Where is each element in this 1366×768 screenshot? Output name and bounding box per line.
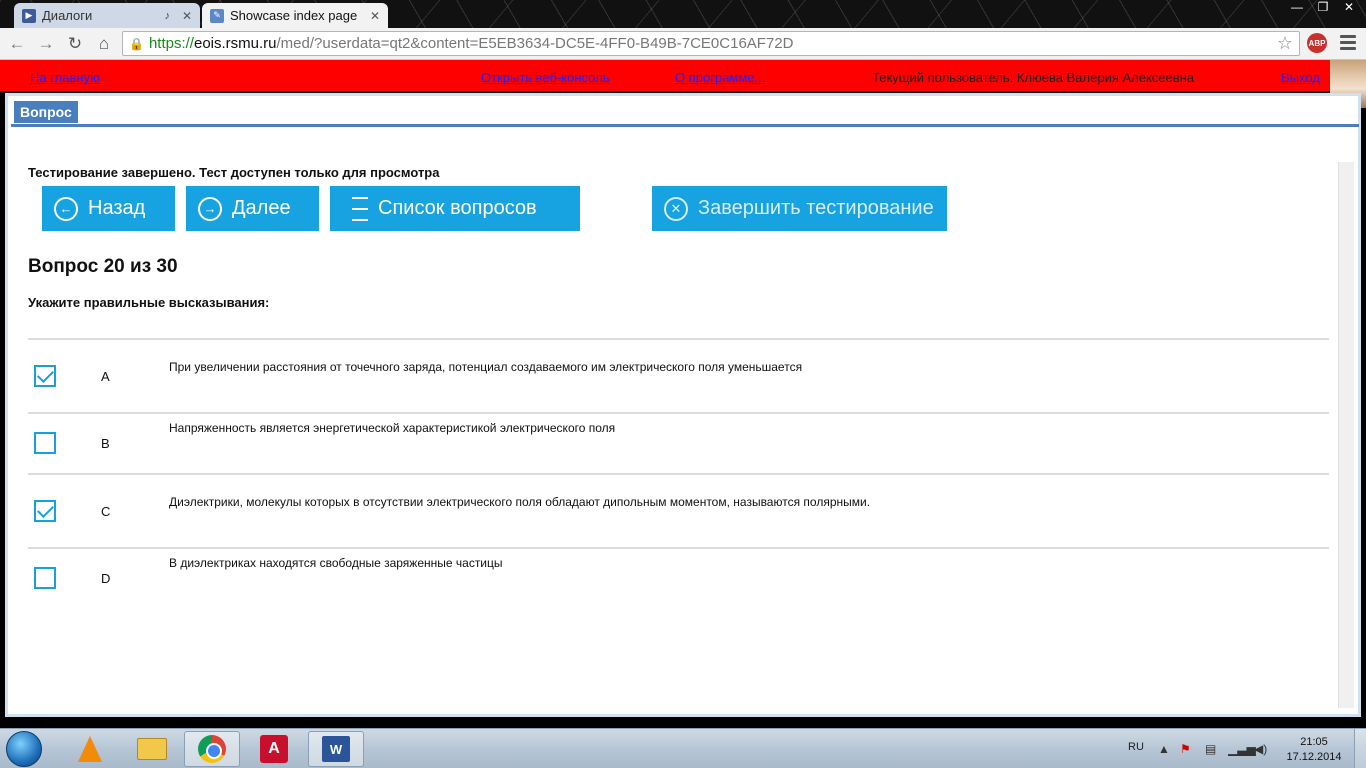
divider (28, 547, 1329, 549)
next-button[interactable]: → Далее (186, 186, 319, 231)
close-circle-icon: ✕ (664, 196, 688, 221)
finish-test-button[interactable]: ✕ Завершить тестирование (652, 186, 947, 231)
media-icon: ▶ (22, 8, 36, 23)
close-icon[interactable]: ✕ (182, 9, 192, 23)
forward-arrow-icon[interactable]: → (35, 33, 57, 55)
bookmark-star-icon[interactable]: ☆ (1277, 33, 1293, 54)
answer-text: При увеличении расстояния от точечного з… (169, 360, 803, 374)
speaker-icon: ♪ (164, 9, 170, 22)
maximize-icon[interactable]: ❐ (1312, 0, 1334, 14)
tab-label: Showcase index page (230, 8, 358, 23)
logout-link[interactable]: Выход (1281, 70, 1320, 85)
test-status: Тестирование завершено. Тест доступен то… (28, 165, 440, 180)
tab-label: Диалоги (42, 8, 93, 23)
app-header: На главную Открыть веб-консоль О програм… (0, 60, 1366, 91)
answer-checkbox-c[interactable] (34, 500, 56, 522)
question-panel: Вопрос Тестирование завершено. Тест дост… (5, 93, 1361, 717)
close-icon[interactable]: ✕ (370, 9, 380, 23)
web-console-link[interactable]: Открыть веб-консоль (481, 70, 609, 85)
acrobat-icon[interactable]: A (246, 731, 302, 767)
window-controls: — ❐ ✕ (1286, 0, 1360, 14)
browser-tabbar: ▶ Диалоги ♪ ✕ ✎ Showcase index page ✕ — … (0, 0, 1366, 28)
about-link[interactable]: О программе... (675, 70, 765, 85)
arrow-right-icon: → (198, 196, 222, 221)
lock-icon: 🔒 (129, 36, 144, 51)
action-center-icon[interactable]: ⚑ (1180, 742, 1191, 756)
browser-tab-dialogs[interactable]: ▶ Диалоги ♪ ✕ (14, 3, 200, 28)
checklist-icon (342, 196, 368, 221)
menu-icon[interactable] (1340, 35, 1356, 51)
url-path: /med/?userdata=qt2&content=E5EB3634-DC5E… (276, 35, 794, 52)
device-icon[interactable]: ▤ (1205, 742, 1216, 756)
answer-text: Диэлектрики, молекулы которых в отсутств… (169, 495, 871, 509)
back-arrow-icon[interactable]: ← (6, 33, 28, 55)
taskbar: A W RU ▲ ⚑ ▤ ▁▃▅ ◀) 21:05 17.12.2014 (0, 728, 1366, 768)
volume-icon[interactable]: ◀) (1254, 742, 1267, 756)
address-bar[interactable]: 🔒 https:// eois.rsmu.ru /med/?userdata=q… (122, 31, 1300, 56)
answer-letter: C (101, 504, 111, 519)
current-user: Текущий пользователь: Клюева Валерия Але… (872, 70, 1195, 85)
back-button-label: Назад (88, 197, 146, 219)
browser-tab-showcase[interactable]: ✎ Showcase index page ✕ (202, 3, 388, 28)
clock-date: 17.12.2014 (1286, 751, 1342, 763)
chrome-icon[interactable] (184, 731, 240, 767)
answer-letter: D (101, 571, 111, 586)
answer-checkbox-d[interactable] (34, 567, 56, 589)
tab-question[interactable]: Вопрос (14, 101, 78, 123)
page-icon: ✎ (210, 8, 224, 23)
url-host: eois.rsmu.ru (193, 35, 277, 52)
minimize-icon[interactable]: — (1286, 0, 1308, 14)
vlc-icon[interactable] (62, 731, 118, 767)
url-scheme: https:// (148, 35, 194, 52)
home-icon[interactable]: ⌂ (93, 33, 115, 55)
back-button[interactable]: ← Назад (42, 186, 175, 231)
arrow-left-icon: ← (54, 196, 78, 221)
divider (28, 412, 1329, 414)
answer-text: В диэлектриках находятся свободные заряж… (169, 556, 503, 570)
clock-time: 21:05 (1300, 736, 1328, 748)
language-indicator[interactable]: RU (1128, 741, 1144, 753)
divider (28, 338, 1329, 340)
question-title: Вопрос 20 из 30 (28, 256, 178, 277)
answer-letter: A (101, 369, 110, 384)
answer-checkbox-b[interactable] (34, 432, 56, 454)
question-prompt: Укажите правильные высказывания: (28, 295, 270, 310)
explorer-folder-icon[interactable] (124, 731, 180, 767)
browser-toolbar: ← → ↻ ⌂ 🔒 https:// eois.rsmu.ru /med/?us… (0, 28, 1366, 60)
show-desktop-button[interactable] (1354, 729, 1366, 768)
answer-text: Напряженность является энергетической ха… (169, 421, 616, 435)
start-button[interactable] (6, 731, 42, 767)
divider (28, 473, 1329, 475)
vertical-scrollbar[interactable] (1338, 162, 1354, 708)
answer-checkbox-a[interactable] (34, 365, 56, 387)
network-signal-icon[interactable]: ▁▃▅ (1228, 742, 1256, 756)
reload-icon[interactable]: ↻ (64, 33, 86, 55)
adblock-icon[interactable]: ABP (1307, 33, 1327, 53)
finish-test-label: Завершить тестирование (698, 197, 934, 219)
question-list-label: Список вопросов (378, 197, 537, 219)
tab-underline (11, 124, 1359, 127)
close-window-icon[interactable]: ✕ (1338, 0, 1360, 14)
show-hidden-icons-icon[interactable]: ▲ (1158, 742, 1170, 756)
home-link[interactable]: На главную (30, 70, 100, 85)
clock[interactable]: 21:05 17.12.2014 (1284, 735, 1344, 765)
next-button-label: Далее (232, 197, 291, 219)
answer-letter: B (101, 436, 110, 451)
word-icon[interactable]: W (308, 731, 364, 767)
question-list-button[interactable]: Список вопросов (330, 186, 580, 231)
